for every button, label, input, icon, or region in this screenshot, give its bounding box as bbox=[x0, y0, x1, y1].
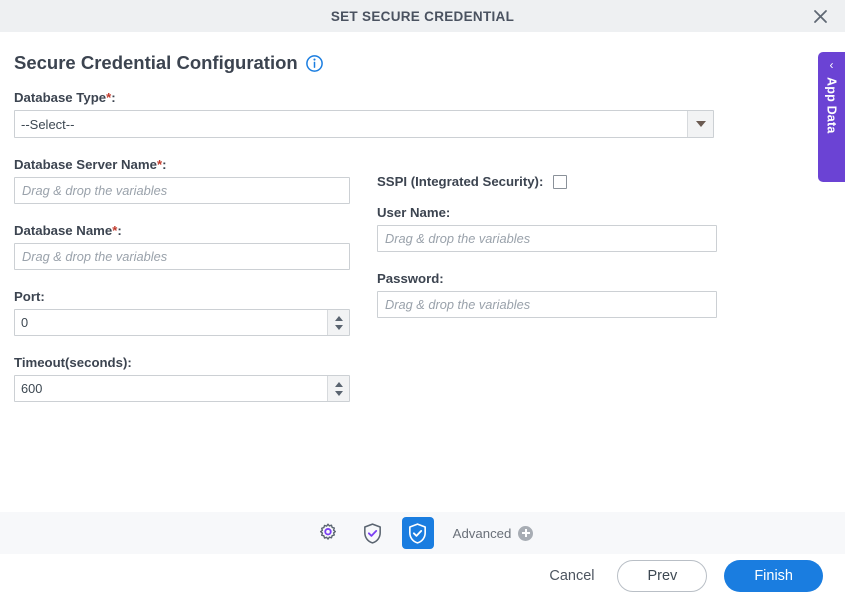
sspi-checkbox[interactable] bbox=[553, 174, 568, 189]
label-password: Password: bbox=[377, 271, 444, 286]
finish-button[interactable]: Finish bbox=[724, 559, 823, 592]
advanced-label: Advanced bbox=[452, 525, 512, 541]
advanced-button[interactable]: Advanced bbox=[452, 525, 534, 541]
security-tool-button[interactable] bbox=[357, 517, 389, 549]
prev-button[interactable]: Prev bbox=[617, 559, 708, 592]
spinner-up-icon[interactable] bbox=[334, 381, 343, 387]
port-spinner-buttons[interactable] bbox=[327, 310, 349, 335]
page-title-row: Secure Credential Configuration bbox=[14, 32, 831, 90]
field-port: Port: 0 bbox=[14, 289, 350, 336]
shield-check-icon bbox=[409, 522, 427, 544]
chevron-down-icon bbox=[695, 121, 706, 127]
form-column-right: SSPI (Integrated Security): User Name: P… bbox=[377, 174, 717, 318]
spinner-up-icon[interactable] bbox=[334, 315, 343, 321]
user-name-input[interactable] bbox=[377, 225, 717, 252]
timeout-stepper[interactable]: 600 bbox=[14, 375, 350, 402]
spinner-down-icon[interactable] bbox=[334, 324, 343, 330]
gear-icon bbox=[319, 523, 336, 540]
field-database-type: Database Type*: --Select-- bbox=[14, 90, 714, 138]
password-input[interactable] bbox=[377, 291, 717, 318]
label-database-type: Database Type*: bbox=[14, 90, 350, 105]
shield-check-outline-icon bbox=[364, 522, 382, 544]
field-timeout: Timeout(seconds): 600 bbox=[14, 355, 350, 402]
database-server-name-input[interactable] bbox=[14, 177, 350, 204]
field-sspi: SSPI (Integrated Security): bbox=[377, 174, 717, 189]
dialog-title: SET SECURE CREDENTIAL bbox=[330, 8, 515, 24]
label-user-name: User Name: bbox=[377, 205, 451, 220]
info-icon[interactable] bbox=[305, 54, 323, 72]
timeout-value: 600 bbox=[21, 381, 43, 396]
database-type-value: --Select-- bbox=[21, 116, 75, 132]
page-title: Secure Credential Configuration bbox=[14, 52, 298, 73]
database-type-select[interactable]: --Select-- bbox=[14, 110, 714, 138]
port-stepper[interactable]: 0 bbox=[14, 309, 350, 336]
label-colon: : bbox=[162, 157, 167, 172]
field-database-server-name: Database Server Name*: bbox=[14, 157, 350, 204]
label-sspi: SSPI (Integrated Security): bbox=[377, 174, 544, 189]
label-database-server-name-text: Database Server Name bbox=[14, 157, 157, 172]
chevron-left-icon: ‹ bbox=[829, 58, 834, 72]
database-name-input[interactable] bbox=[14, 243, 350, 270]
secure-credential-tool-button[interactable] bbox=[401, 517, 434, 549]
label-database-server-name: Database Server Name*: bbox=[14, 157, 350, 172]
form-column-left: Database Type*: --Select-- Database Serv… bbox=[14, 90, 714, 402]
close-button[interactable] bbox=[807, 3, 833, 29]
port-value: 0 bbox=[21, 315, 29, 330]
label-colon: : bbox=[117, 223, 122, 238]
field-database-name: Database Name*: bbox=[14, 223, 350, 270]
bottom-toolbar: Advanced bbox=[0, 512, 845, 554]
field-user-name: User Name: bbox=[377, 205, 717, 252]
app-data-label: App Data bbox=[824, 77, 839, 134]
label-database-name-text: Database Name bbox=[14, 223, 113, 238]
label-timeout: Timeout(seconds): bbox=[14, 355, 132, 370]
plus-circle-icon[interactable] bbox=[518, 525, 534, 541]
label-colon: : bbox=[111, 90, 116, 105]
settings-tool-button[interactable] bbox=[312, 517, 344, 549]
app-data-panel-tab[interactable]: ‹ App Data bbox=[818, 52, 845, 182]
dialog-action-bar: Cancel Prev Finish bbox=[0, 554, 845, 597]
field-password: Password: bbox=[377, 271, 717, 318]
label-database-type-text: Database Type bbox=[14, 90, 107, 105]
cancel-button[interactable]: Cancel bbox=[543, 564, 600, 588]
dialog-titlebar: SET SECURE CREDENTIAL bbox=[0, 0, 845, 32]
label-port: Port: bbox=[14, 289, 45, 304]
close-icon bbox=[813, 9, 827, 23]
label-database-name: Database Name*: bbox=[14, 223, 350, 238]
dialog-body: Secure Credential Configuration Database… bbox=[0, 32, 845, 512]
timeout-spinner-buttons[interactable] bbox=[327, 376, 349, 401]
spinner-down-icon[interactable] bbox=[334, 390, 343, 396]
select-arrow-button[interactable] bbox=[687, 111, 713, 137]
